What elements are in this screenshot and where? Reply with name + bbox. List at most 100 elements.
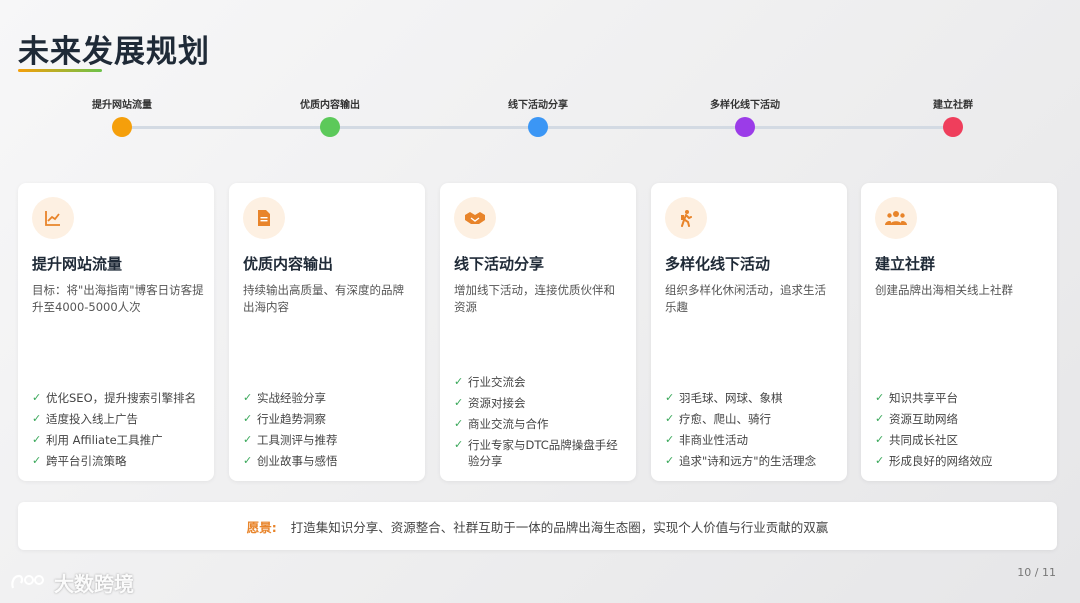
card-traffic: 提升网站流量 目标：将"出海指南"博客日访客提升至4000-5000人次 ✓ 优化… [18, 183, 214, 481]
card-list: ✓ 行业交流会 ✓ 资源对接会 ✓ 商业交流与合作 ✓ 行业专家与DTC品牌操盘手经验分… [454, 369, 626, 469]
card-desc: 组织多样化休闲活动，追求生活乐趣 [665, 283, 826, 314]
milestone-dot [528, 117, 548, 137]
list-item: ✓ 商业交流与合作 [454, 416, 626, 432]
list-item: ✓ 利用 Affiliate工具推广 [32, 432, 204, 448]
list-item: ✓ 实战经验分享 [243, 390, 415, 406]
card-list: ✓ 实战经验分享 ✓ 行业趋势洞察 ✓ 工具测评与推荐 ✓ 创业故事与感悟 [243, 385, 415, 469]
check-icon: ✓ [665, 433, 675, 446]
list-item: ✓ 行业专家与DTC品牌操盘手经验分享 [454, 437, 626, 469]
list-item-text: 工具测评与推荐 [257, 433, 338, 447]
milestone-label: 提升网站流量 [92, 100, 152, 111]
list-item-text: 资源互助网络 [889, 412, 958, 426]
card-desc: 增加线下活动，连接优质伙伴和资源 [454, 283, 615, 314]
card-diverse-activities: 多样化线下活动 组织多样化休闲活动，追求生活乐趣 ✓ 羽毛球、网球、象棋 ✓ 疗愈、… [651, 183, 847, 481]
check-icon: ✓ [875, 433, 885, 446]
check-icon: ✓ [454, 417, 464, 430]
card-content: 优质内容输出 持续输出高质量、有深度的品牌出海内容 ✓ 实战经验分享 ✓ 行业趋势洞… [229, 183, 425, 481]
list-item: ✓ 跨平台引流策略 [32, 453, 204, 469]
check-icon: ✓ [665, 412, 675, 425]
card-title: 提升网站流量 [32, 255, 123, 273]
list-item-text: 创业故事与感悟 [257, 454, 338, 468]
milestone-dot [735, 117, 755, 137]
list-item-text: 优化SEO，提升搜索引擎排名 [46, 391, 197, 405]
check-icon: ✓ [243, 391, 253, 404]
check-icon: ✓ [32, 412, 42, 425]
milestone-label: 建立社群 [933, 100, 973, 111]
list-item: ✓ 工具测评与推荐 [243, 432, 415, 448]
watermark-logo: 大数跨境 [10, 568, 134, 597]
card-list: ✓ 优化SEO，提升搜索引擎排名 ✓ 适度投入线上广告 ✓ 利用 Affiliate工… [32, 385, 204, 469]
vision-text: 打造集知识分享、资源整合、社群互助于一体的品牌出海生态圈，实现个人价值与行业贡献… [290, 519, 829, 535]
milestone-dot [320, 117, 340, 137]
watermark-icon [11, 574, 44, 588]
card-title: 多样化线下活动 [665, 255, 771, 273]
list-item-text: 行业趋势洞察 [257, 412, 326, 426]
card-title: 优质内容输出 [243, 255, 334, 273]
list-item: ✓ 非商业性活动 [665, 432, 837, 448]
list-item-text: 适度投入线上广告 [46, 412, 138, 426]
check-icon: ✓ [243, 412, 253, 425]
card-title: 线下活动分享 [454, 255, 545, 273]
list-item: ✓ 知识共享平台 [875, 390, 1047, 406]
list-item: ✓ 优化SEO，提升搜索引擎排名 [32, 390, 204, 406]
milestone-dot [112, 117, 132, 137]
card-desc: 创建品牌出海相关线上社群 [875, 283, 1013, 297]
list-item: ✓ 创业故事与感悟 [243, 453, 415, 469]
milestone-community: 建立社群 [883, 96, 1023, 137]
milestone-offline-share: 线下活动分享 [468, 96, 608, 137]
document-icon [243, 197, 285, 239]
list-item: ✓ 追求"诗和远方"的生活理念 [665, 453, 837, 469]
vision-banner: 愿景: 打造集知识分享、资源整合、社群互助于一体的品牌出海生态圈，实现个人价值与… [18, 502, 1057, 550]
check-icon: ✓ [875, 412, 885, 425]
card-list: ✓ 知识共享平台 ✓ 资源互助网络 ✓ 共同成长社区 ✓ 形成良好的网络效应 [875, 385, 1047, 469]
card-desc: 持续输出高质量、有深度的品牌出海内容 [243, 283, 404, 314]
milestone-label: 多样化线下活动 [710, 100, 780, 111]
milestone-traffic: 提升网站流量 [52, 96, 192, 137]
list-item: ✓ 羽毛球、网球、象棋 [665, 390, 837, 406]
list-item-text: 非商业性活动 [679, 433, 748, 447]
list-item-text: 形成良好的网络效应 [889, 454, 993, 468]
list-item: ✓ 疗愈、爬山、骑行 [665, 411, 837, 427]
handshake-icon [454, 197, 496, 239]
list-item-text: 追求"诗和远方"的生活理念 [679, 454, 817, 468]
list-item: ✓ 形成良好的网络效应 [875, 453, 1047, 469]
community-icon [875, 197, 917, 239]
card-offline-share: 线下活动分享 增加线下活动，连接优质伙伴和资源 ✓ 行业交流会 ✓ 资源对接会 ✓ 商… [440, 183, 636, 481]
title-underline [18, 69, 102, 72]
list-item: ✓ 适度投入线上广告 [32, 411, 204, 427]
list-item: ✓ 资源互助网络 [875, 411, 1047, 427]
check-icon: ✓ [875, 454, 885, 467]
check-icon: ✓ [454, 396, 464, 409]
milestone-diverse-activities: 多样化线下活动 [675, 96, 815, 137]
chart-line-icon [32, 197, 74, 239]
milestone-label: 线下活动分享 [508, 100, 568, 111]
list-item: ✓ 行业趋势洞察 [243, 411, 415, 427]
check-icon: ✓ [243, 454, 253, 467]
milestone-label: 优质内容输出 [300, 100, 360, 111]
milestone-dot [943, 117, 963, 137]
list-item-text: 跨平台引流策略 [46, 454, 127, 468]
list-item-text: 实战经验分享 [257, 391, 326, 405]
list-item-text: 羽毛球、网球、象棋 [679, 391, 783, 405]
list-item-text: 行业专家与DTC品牌操盘手经验分享 [468, 438, 618, 468]
check-icon: ✓ [665, 454, 675, 467]
card-community: 建立社群 创建品牌出海相关线上社群 ✓ 知识共享平台 ✓ 资源互助网络 ✓ 共同成长社… [861, 183, 1057, 481]
list-item: ✓ 行业交流会 [454, 374, 626, 390]
watermark-text: 大数跨境 [54, 572, 134, 596]
list-item-text: 利用 Affiliate工具推广 [46, 433, 163, 447]
check-icon: ✓ [32, 391, 42, 404]
vision-label: 愿景: [246, 519, 277, 535]
check-icon: ✓ [454, 375, 464, 388]
card-list: ✓ 羽毛球、网球、象棋 ✓ 疗愈、爬山、骑行 ✓ 非商业性活动 ✓ 追求"诗和远方"的生… [665, 385, 837, 469]
list-item-text: 共同成长社区 [889, 433, 958, 447]
card-title: 建立社群 [875, 255, 936, 273]
list-item-text: 疗愈、爬山、骑行 [679, 412, 771, 426]
page-title: 未来发展规划 [18, 34, 210, 70]
hiking-icon [665, 197, 707, 239]
check-icon: ✓ [32, 433, 42, 446]
check-icon: ✓ [243, 433, 253, 446]
check-icon: ✓ [875, 391, 885, 404]
check-icon: ✓ [32, 454, 42, 467]
list-item-text: 资源对接会 [468, 396, 526, 410]
check-icon: ✓ [454, 438, 464, 451]
